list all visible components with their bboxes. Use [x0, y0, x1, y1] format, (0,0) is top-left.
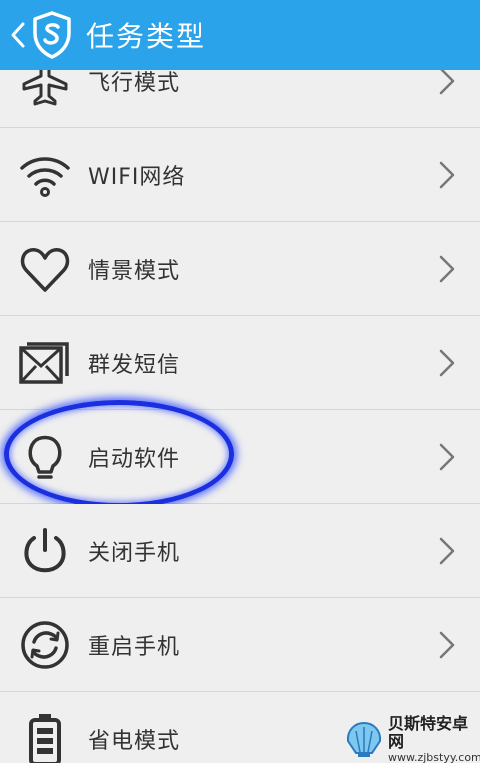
list-item-wifi[interactable]: WIFI网络 — [0, 128, 480, 223]
list-item-launch-app[interactable]: 启动软件 — [0, 400, 480, 508]
message-icon — [18, 336, 72, 390]
chevron-right-icon — [439, 631, 455, 658]
watermark-name: 贝斯特安卓网 — [388, 713, 469, 751]
restart-icon — [18, 618, 72, 672]
chevron-right-icon — [439, 443, 455, 470]
wifi-icon — [18, 148, 72, 202]
shell-logo-icon — [344, 719, 384, 759]
chevron-right-icon — [439, 349, 455, 376]
list-item-group-sms[interactable]: 群发短信 — [0, 316, 480, 411]
list-item-label: 启动软件 — [88, 446, 181, 472]
chevron-right-icon — [439, 255, 455, 282]
list-item-scene-mode[interactable]: 情景模式 — [0, 222, 480, 317]
list-item-label: 省电模式 — [88, 728, 181, 754]
power-icon — [18, 524, 72, 578]
airplane-icon — [18, 70, 72, 108]
list-item-label: WIFI网络 — [88, 164, 186, 190]
back-button[interactable] — [6, 0, 30, 70]
page-title: 任务类型 — [86, 20, 207, 53]
chevron-left-icon — [11, 22, 25, 48]
list-item-power-off[interactable]: 关闭手机 — [0, 504, 480, 599]
list-item-label: 重启手机 — [88, 634, 181, 660]
shield-logo-icon — [32, 11, 72, 59]
heart-icon — [18, 242, 72, 296]
list-item-label: 情景模式 — [88, 258, 181, 284]
chevron-right-icon — [439, 537, 455, 564]
chevron-right-icon — [439, 161, 455, 188]
chevron-right-icon — [439, 70, 455, 94]
watermark-url: www.zjbstyy.com — [388, 750, 480, 763]
list-item-label: 群发短信 — [88, 352, 181, 378]
lightbulb-icon — [18, 430, 72, 484]
task-type-list: 飞行模式 WIFI网络 情景模式 群发短信 启动软件 关闭手机 重启手机 省电模… — [0, 70, 480, 763]
list-item-label: 飞行模式 — [88, 70, 181, 96]
watermark: 贝斯特安卓网 www.zjbstyy.com — [344, 714, 480, 763]
list-item-restart[interactable]: 重启手机 — [0, 598, 480, 693]
list-item-airplane-mode[interactable]: 飞行模式 — [0, 70, 480, 129]
title-bar: 任务类型 — [0, 0, 480, 70]
battery-icon — [18, 712, 72, 763]
list-item-label: 关闭手机 — [88, 540, 181, 566]
